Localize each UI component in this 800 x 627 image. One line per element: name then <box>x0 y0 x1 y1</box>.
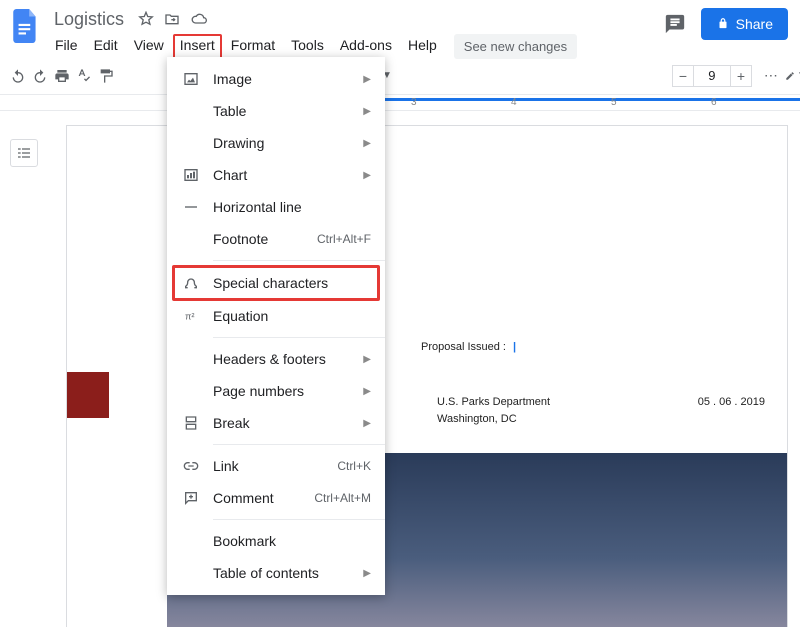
menu-insert-table[interactable]: Table ▶ <box>167 95 385 127</box>
menu-addons[interactable]: Add-ons <box>333 34 399 59</box>
menu-file[interactable]: File <box>48 34 85 59</box>
menu-insert-table-of-contents[interactable]: Table of contents ▶ <box>167 557 385 589</box>
font-size-increment[interactable]: + <box>730 65 752 87</box>
share-button[interactable]: Share <box>701 8 788 40</box>
menu-help[interactable]: Help <box>401 34 444 59</box>
menu-insert-page-numbers[interactable]: Page numbers ▶ <box>167 375 385 407</box>
text-city: Washington, DC <box>437 413 517 425</box>
submenu-caret-icon: ▶ <box>363 74 371 85</box>
document-title[interactable]: Logistics <box>48 9 130 30</box>
move-icon[interactable] <box>164 11 180 27</box>
spellcheck-button[interactable] <box>76 65 92 87</box>
menu-insert-equation[interactable]: π² Equation <box>167 300 385 332</box>
toolbar: ▼ − 9 + ⋯ ▼ <box>0 57 800 95</box>
svg-text:π²: π² <box>185 311 195 321</box>
text-cursor: | <box>513 341 516 353</box>
menu-insert-drawing[interactable]: Drawing ▶ <box>167 127 385 159</box>
menu-edit[interactable]: Edit <box>87 34 125 59</box>
submenu-caret-icon: ▶ <box>363 106 371 117</box>
document-canvas[interactable]: Proposal Issued : | U.S. Parks Departmen… <box>48 111 800 627</box>
editing-mode-button[interactable]: ▼ <box>785 65 800 87</box>
menu-view[interactable]: View <box>127 34 171 59</box>
pi-icon: π² <box>181 306 201 326</box>
menu-insert-comment[interactable]: Comment Ctrl+Alt+M <box>167 482 385 514</box>
menu-insert-bookmark[interactable]: Bookmark <box>167 525 385 557</box>
omega-icon <box>181 273 201 293</box>
more-toolbar-icon[interactable]: ⋯ <box>764 67 779 84</box>
comments-icon[interactable] <box>663 12 687 36</box>
text-proposal: Proposal Issued : <box>421 341 506 353</box>
font-size-input[interactable]: 9 <box>694 65 730 87</box>
menu-insert-headers-footers[interactable]: Headers & footers ▶ <box>167 343 385 375</box>
menu-insert-image[interactable]: Image ▶ <box>167 63 385 95</box>
line-icon <box>181 197 201 217</box>
font-size-decrement[interactable]: − <box>672 65 694 87</box>
menubar: File Edit View Insert Format Tools Add-o… <box>48 34 663 59</box>
image-icon <box>181 69 201 89</box>
star-icon[interactable] <box>138 11 154 27</box>
redo-button[interactable] <box>32 65 48 87</box>
text-date: 05 . 06 . 2019 <box>698 396 765 408</box>
see-new-changes-button[interactable]: See new changes <box>454 34 577 59</box>
chart-icon <box>181 165 201 185</box>
ruler[interactable]: 3 4 5 6 <box>0 95 800 111</box>
print-button[interactable] <box>54 65 70 87</box>
submenu-caret-icon: ▶ <box>363 568 371 579</box>
submenu-caret-icon: ▶ <box>363 170 371 181</box>
text-department: U.S. Parks Department <box>437 396 550 408</box>
menu-insert-special-characters[interactable]: Special characters <box>167 266 385 300</box>
link-icon <box>181 456 201 476</box>
comment-icon <box>181 488 201 508</box>
outline-icon[interactable] <box>10 139 38 167</box>
menu-insert[interactable]: Insert <box>173 34 222 59</box>
menu-insert-footnote[interactable]: Footnote Ctrl+Alt+F <box>167 223 385 255</box>
menu-insert-break[interactable]: Break ▶ <box>167 407 385 439</box>
submenu-caret-icon: ▶ <box>363 418 371 429</box>
insert-dropdown-menu: Image ▶ Table ▶ Drawing ▶ Chart ▶ Horizo… <box>167 57 385 595</box>
submenu-caret-icon: ▶ <box>363 386 371 397</box>
break-icon <box>181 413 201 433</box>
menu-insert-link[interactable]: Link Ctrl+K <box>167 450 385 482</box>
submenu-caret-icon: ▶ <box>363 138 371 149</box>
cloud-icon[interactable] <box>190 11 208 27</box>
docs-logo[interactable] <box>8 8 44 44</box>
menu-format[interactable]: Format <box>224 34 282 59</box>
menu-insert-horizontal-line[interactable]: Horizontal line <box>167 191 385 223</box>
share-label: Share <box>736 16 773 32</box>
paint-format-button[interactable] <box>98 65 114 87</box>
menu-insert-chart[interactable]: Chart ▶ <box>167 159 385 191</box>
red-shape <box>67 372 109 418</box>
undo-button[interactable] <box>10 65 26 87</box>
menu-tools[interactable]: Tools <box>284 34 331 59</box>
submenu-caret-icon: ▶ <box>363 354 371 365</box>
